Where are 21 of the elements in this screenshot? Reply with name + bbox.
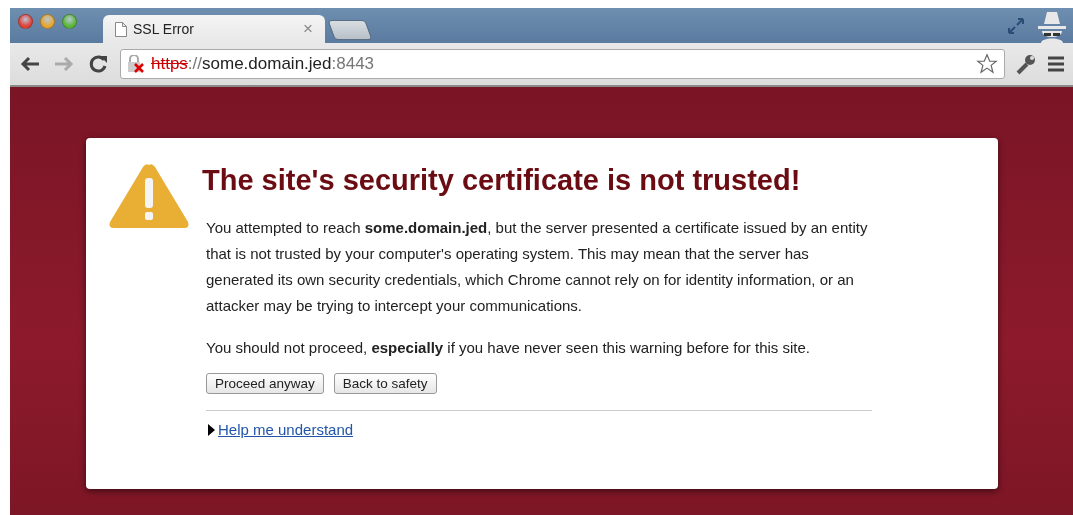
help-link[interactable]: Help me understand <box>218 421 354 438</box>
incognito-icon <box>1035 10 1069 43</box>
error-description: You attempted to reach some.domain.jed, but the server presented a certificate issued by an entity that is not trusted by your computer's operating system. This may mean that the server has generated its own security credentials, which Chrome cannot rely on for identity information, or an attacker may be trying to intercept your communications. <box>206 218 869 316</box>
menu-icon[interactable] <box>1047 55 1065 73</box>
warning-icon <box>108 162 190 230</box>
fullscreen-icon[interactable] <box>1007 16 1025 35</box>
page-icon <box>115 21 127 37</box>
proceed-button[interactable]: Proceed anyway <box>206 373 324 394</box>
error-description: You should not proceed, especially if you have never seen this warning before for this site. <box>206 338 811 358</box>
close-window-button[interactable] <box>18 14 33 29</box>
browser-tab[interactable]: SSL Error × <box>103 15 325 43</box>
broken-lock-icon <box>127 55 145 73</box>
tab-title: SSL Error <box>133 21 195 37</box>
address-bar[interactable]: https://some.domain.jed:8443 <box>120 49 1005 79</box>
error-title: The site's security certificate is not trusted! <box>202 164 802 197</box>
new-tab-button[interactable] <box>327 20 373 40</box>
star-icon[interactable] <box>976 53 998 75</box>
wrench-icon[interactable] <box>1015 53 1037 75</box>
back-button[interactable]: Back to safety <box>333 373 437 394</box>
url-text: https://some.domain.jed:8443 <box>151 54 376 74</box>
collapsed-triangle-icon[interactable] <box>206 423 216 436</box>
